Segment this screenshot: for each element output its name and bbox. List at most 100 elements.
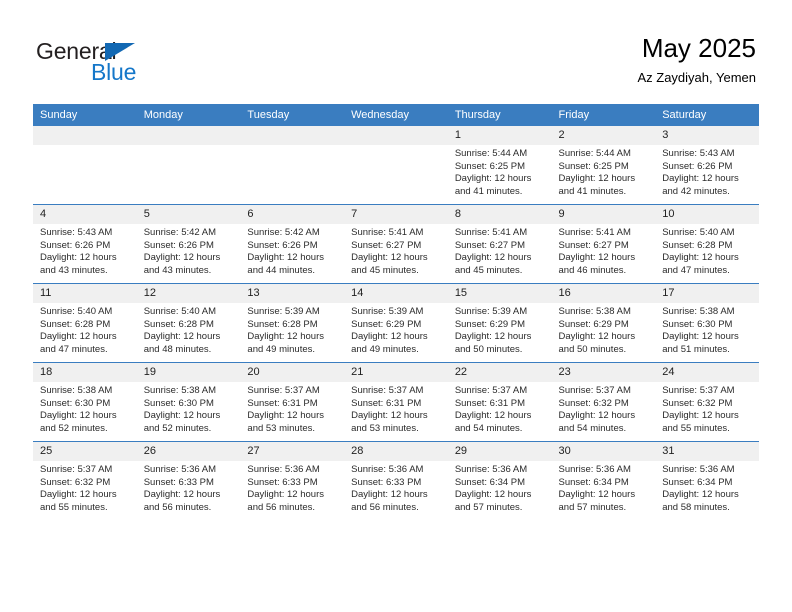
day-info: Sunrise: 5:39 AM Sunset: 6:29 PM Daylight:… <box>448 303 552 356</box>
calendar-day-cell[interactable]: 2 Sunrise: 5:44 AM Sunset: 6:25 PM Daylight… <box>551 126 656 205</box>
calendar-day-cell[interactable]: 30 Sunrise: 5:36 AM Sunset: 6:34 PM Dayligh… <box>551 441 656 520</box>
sunrise-time: Sunrise: 5:36 AM <box>143 464 217 475</box>
calendar-day-cell[interactable]: 10 Sunrise: 5:40 AM Sunset: 6:28 PM Dayligh… <box>655 204 759 284</box>
calendar-day-cell[interactable]: 24 Sunrise: 5:37 AM Sunset: 6:32 PM Dayligh… <box>655 362 759 442</box>
daylight-duration-line1: Daylight: 12 hours <box>454 173 532 185</box>
sunset-time: Sunset: 6:25 PM <box>454 160 526 172</box>
day-number: 31 <box>655 442 759 461</box>
day-number: 4 <box>33 205 137 224</box>
sunrise-time: Sunrise: 5:42 AM <box>247 227 320 238</box>
day-number: 10 <box>655 205 759 224</box>
sunrise-time: Sunrise: 5:40 AM <box>662 227 735 238</box>
calendar-day-cell[interactable]: 16 Sunrise: 5:38 AM Sunset: 6:29 PM Dayligh… <box>551 283 656 363</box>
day-number: 24 <box>655 363 759 382</box>
sunrise-time: Sunrise: 5:36 AM <box>662 464 735 475</box>
sunset-time: Sunset: 6:27 PM <box>454 239 526 251</box>
daylight-duration-line1: Daylight: 12 hours <box>558 331 636 343</box>
calendar-day-cell[interactable]: 8 Sunrise: 5:41 AM Sunset: 6:27 PM Daylight… <box>447 204 552 284</box>
day-info: Sunrise: 5:40 AM Sunset: 6:28 PM Daylight:… <box>137 303 241 356</box>
daylight-duration-line1: Daylight: 12 hours <box>143 331 221 343</box>
calendar-day-cell[interactable]: 26 Sunrise: 5:36 AM Sunset: 6:33 PM Dayligh… <box>136 441 241 520</box>
sunrise-time: Sunrise: 5:36 AM <box>558 464 631 475</box>
daylight-duration-line2: and 58 minutes. <box>662 501 730 513</box>
daylight-duration-line1: Daylight: 12 hours <box>454 252 532 264</box>
calendar-day-cell[interactable]: 25 Sunrise: 5:37 AM Sunset: 6:32 PM Dayligh… <box>33 441 137 520</box>
calendar-day-cell[interactable]: 31 Sunrise: 5:36 AM Sunset: 6:34 PM Dayligh… <box>655 441 759 520</box>
sunrise-time: Sunrise: 5:43 AM <box>40 227 113 238</box>
calendar-day-cell[interactable]: 18 Sunrise: 5:38 AM Sunset: 6:30 PM Dayligh… <box>33 362 137 442</box>
daylight-duration-line1: Daylight: 12 hours <box>662 410 739 422</box>
calendar-week-row: 4 Sunrise: 5:43 AM Sunset: 6:26 PM Daylight… <box>33 204 759 284</box>
sunset-time: Sunset: 6:32 PM <box>40 476 111 488</box>
day-info: Sunrise: 5:36 AM Sunset: 6:34 PM Daylight:… <box>448 461 552 514</box>
calendar-week-row: 1 Sunrise: 5:44 AM Sunset: 6:25 PM Daylight… <box>33 126 759 205</box>
daylight-duration-line1: Daylight: 12 hours <box>40 331 117 343</box>
calendar-day-cell[interactable]: 7 Sunrise: 5:41 AM Sunset: 6:27 PM Daylight… <box>344 204 448 284</box>
calendar-day-cell[interactable]: 19 Sunrise: 5:38 AM Sunset: 6:30 PM Dayligh… <box>136 362 241 442</box>
day-number <box>136 126 241 145</box>
day-info: Sunrise: 5:36 AM Sunset: 6:33 PM Daylight:… <box>240 461 344 514</box>
calendar-day-cell[interactable]: 11 Sunrise: 5:40 AM Sunset: 6:28 PM Dayligh… <box>33 283 137 363</box>
calendar-day-cell[interactable]: 3 Sunrise: 5:43 AM Sunset: 6:26 PM Daylight… <box>655 126 759 205</box>
daylight-duration-line2: and 47 minutes. <box>40 343 108 355</box>
sunrise-time: Sunrise: 5:40 AM <box>40 306 113 317</box>
weekday-header-monday: Monday <box>136 104 241 126</box>
general-blue-logo[interactable]: General Blue <box>36 38 166 86</box>
calendar-day-cell[interactable]: 20 Sunrise: 5:37 AM Sunset: 6:31 PM Dayligh… <box>240 362 345 442</box>
calendar-day-cell[interactable]: 6 Sunrise: 5:42 AM Sunset: 6:26 PM Daylight… <box>240 204 345 284</box>
daylight-duration-line2: and 52 minutes. <box>40 422 108 434</box>
calendar-week-row: 25 Sunrise: 5:37 AM Sunset: 6:32 PM Dayligh… <box>33 441 759 520</box>
day-number: 14 <box>344 284 448 303</box>
calendar-day-cell[interactable]: 4 Sunrise: 5:43 AM Sunset: 6:26 PM Daylight… <box>33 204 137 284</box>
day-number: 8 <box>447 205 552 224</box>
daylight-duration-line1: Daylight: 12 hours <box>558 252 636 264</box>
day-info: Sunrise: 5:43 AM Sunset: 6:26 PM Daylight:… <box>655 145 759 198</box>
day-info: Sunrise: 5:37 AM Sunset: 6:31 PM Daylight:… <box>448 382 552 435</box>
sunset-time: Sunset: 6:27 PM <box>351 239 422 251</box>
sunrise-time: Sunrise: 5:41 AM <box>351 227 424 238</box>
calendar-body: 1 Sunrise: 5:44 AM Sunset: 6:25 PM Daylight… <box>33 126 759 520</box>
day-number <box>344 126 448 145</box>
calendar-day-cell[interactable]: 23 Sunrise: 5:37 AM Sunset: 6:32 PM Dayligh… <box>551 362 656 442</box>
calendar-day-cell[interactable]: 28 Sunrise: 5:36 AM Sunset: 6:33 PM Dayligh… <box>344 441 448 520</box>
day-number: 23 <box>551 363 656 382</box>
calendar-day-cell[interactable]: 22 Sunrise: 5:37 AM Sunset: 6:31 PM Dayligh… <box>447 362 552 442</box>
daylight-duration-line2: and 53 minutes. <box>351 422 419 434</box>
sunset-time: Sunset: 6:29 PM <box>558 318 629 330</box>
day-number: 21 <box>344 363 448 382</box>
calendar-day-cell[interactable]: 15 Sunrise: 5:39 AM Sunset: 6:29 PM Dayligh… <box>447 283 552 363</box>
daylight-duration-line2: and 56 minutes. <box>351 501 419 513</box>
calendar-day-cell[interactable]: 5 Sunrise: 5:42 AM Sunset: 6:26 PM Daylight… <box>136 204 241 284</box>
calendar-day-cell[interactable]: 29 Sunrise: 5:36 AM Sunset: 6:34 PM Dayligh… <box>447 441 552 520</box>
sunset-time: Sunset: 6:28 PM <box>143 318 214 330</box>
sunset-time: Sunset: 6:34 PM <box>454 476 526 488</box>
title-block: May 2025 Az Zaydiyah, Yemen <box>637 32 756 88</box>
calendar-day-cell[interactable]: 12 Sunrise: 5:40 AM Sunset: 6:28 PM Dayligh… <box>136 283 241 363</box>
calendar-day-cell[interactable]: 9 Sunrise: 5:41 AM Sunset: 6:27 PM Daylight… <box>551 204 656 284</box>
sunrise-time: Sunrise: 5:44 AM <box>558 148 631 159</box>
sunset-time: Sunset: 6:31 PM <box>351 397 422 409</box>
weekday-header-saturday: Saturday <box>655 104 759 126</box>
sunrise-time: Sunrise: 5:38 AM <box>143 385 217 396</box>
sunrise-time: Sunrise: 5:38 AM <box>558 306 631 317</box>
day-number: 15 <box>447 284 552 303</box>
sunset-time: Sunset: 6:31 PM <box>247 397 318 409</box>
sunset-time: Sunset: 6:30 PM <box>40 397 111 409</box>
day-info: Sunrise: 5:38 AM Sunset: 6:30 PM Daylight:… <box>33 382 137 435</box>
day-number: 16 <box>551 284 656 303</box>
sunrise-time: Sunrise: 5:40 AM <box>143 306 217 317</box>
calendar-day-cell[interactable]: 17 Sunrise: 5:38 AM Sunset: 6:30 PM Dayligh… <box>655 283 759 363</box>
calendar-day-cell[interactable]: 14 Sunrise: 5:39 AM Sunset: 6:29 PM Dayligh… <box>344 283 448 363</box>
day-number: 3 <box>655 126 759 145</box>
sunset-time: Sunset: 6:32 PM <box>558 397 629 409</box>
daylight-duration-line2: and 54 minutes. <box>558 422 627 434</box>
daylight-duration-line2: and 53 minutes. <box>247 422 316 434</box>
calendar-day-cell[interactable]: 1 Sunrise: 5:44 AM Sunset: 6:25 PM Daylight… <box>447 126 552 205</box>
weekday-header-tuesday: Tuesday <box>240 104 345 126</box>
day-info: Sunrise: 5:37 AM Sunset: 6:31 PM Daylight:… <box>240 382 344 435</box>
calendar-day-cell[interactable]: 13 Sunrise: 5:39 AM Sunset: 6:28 PM Dayligh… <box>240 283 345 363</box>
calendar-day-cell[interactable]: 27 Sunrise: 5:36 AM Sunset: 6:33 PM Dayligh… <box>240 441 345 520</box>
daylight-duration-line1: Daylight: 12 hours <box>351 410 428 422</box>
calendar-day-cell[interactable]: 21 Sunrise: 5:37 AM Sunset: 6:31 PM Dayligh… <box>344 362 448 442</box>
sunset-time: Sunset: 6:28 PM <box>247 318 318 330</box>
